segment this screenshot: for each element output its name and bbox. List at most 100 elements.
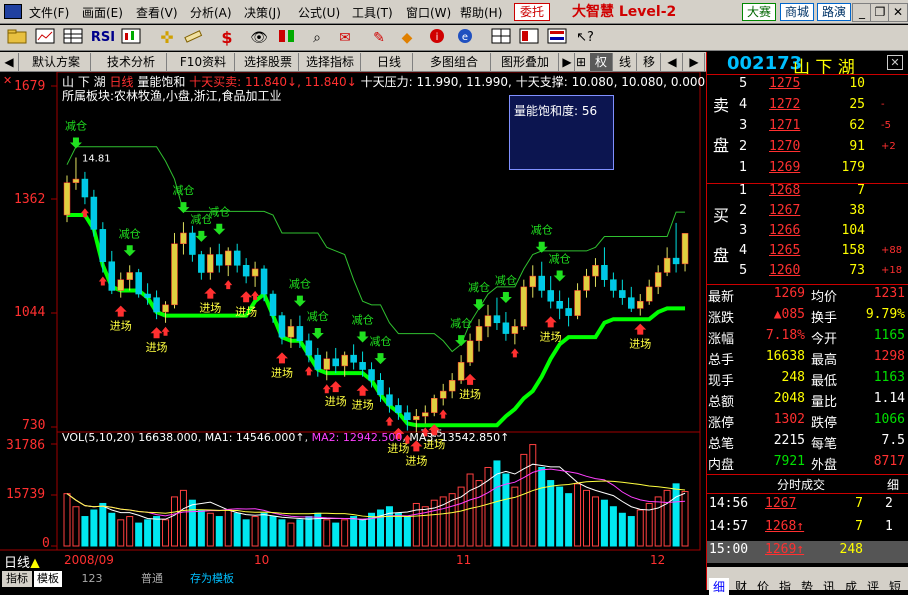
volume-bar[interactable]	[332, 522, 340, 547]
volume-bar[interactable]	[242, 519, 250, 547]
volume-bar[interactable]	[278, 519, 286, 547]
candle-body[interactable]	[556, 300, 563, 309]
volume-bar[interactable]	[135, 522, 143, 547]
ruler-icon[interactable]	[182, 28, 204, 48]
tab-technical-analysis[interactable]: 技术分析	[96, 53, 167, 71]
quote-tab[interactable]: 短	[885, 578, 905, 595]
volume-bar[interactable]	[511, 486, 519, 547]
candle-body[interactable]	[216, 254, 223, 266]
news-icon[interactable]: e	[454, 28, 476, 48]
candle-body[interactable]	[448, 380, 456, 392]
volume-bar[interactable]	[206, 512, 214, 547]
candle-body[interactable]	[117, 279, 124, 291]
candle-body[interactable]	[341, 354, 348, 367]
close-indicator-icon[interactable]: ✕	[3, 74, 12, 87]
candle-body[interactable]	[171, 243, 178, 306]
volume-bar[interactable]	[359, 519, 367, 547]
volume-bar[interactable]	[63, 493, 71, 547]
candle-body[interactable]	[332, 358, 339, 367]
menu-file[interactable]: 文件(F)	[29, 4, 69, 21]
quote-tab[interactable]: 细	[709, 578, 729, 595]
tab-default-scheme[interactable]: 默认方案	[22, 53, 91, 71]
volume-bar[interactable]	[260, 512, 268, 547]
candle-body[interactable]	[386, 394, 393, 406]
candle-body[interactable]	[466, 340, 474, 363]
candle-body[interactable]	[207, 254, 214, 273]
candle-body[interactable]	[663, 257, 671, 273]
volume-bar[interactable]	[663, 489, 671, 547]
menu-analysis[interactable]: 分析(A)	[190, 4, 232, 21]
volume-bar[interactable]	[556, 486, 564, 547]
candle-body[interactable]	[681, 233, 689, 265]
info-icon[interactable]: i	[426, 28, 448, 48]
quote-tab[interactable]: 价	[753, 578, 773, 595]
chart-window-icon[interactable]	[34, 28, 56, 48]
volume-bar[interactable]	[126, 516, 134, 547]
quote-tab[interactable]: 成	[841, 578, 861, 595]
volume-bar[interactable]	[672, 483, 680, 547]
close-icon[interactable]: ✕	[888, 3, 908, 22]
volume-bar[interactable]	[179, 489, 187, 547]
close-panel-icon[interactable]: ✕	[887, 55, 903, 70]
menu-view[interactable]: 查看(V)	[136, 4, 178, 21]
menu-help[interactable]: 帮助(H)	[460, 4, 502, 21]
volume-bar[interactable]	[170, 496, 178, 547]
candle-body[interactable]	[260, 268, 268, 295]
diamond-icon[interactable]: ◆	[396, 28, 418, 48]
candle-body[interactable]	[511, 326, 519, 334]
volume-bar[interactable]	[153, 516, 161, 547]
volume-bar[interactable]	[341, 519, 349, 547]
quote-tab[interactable]: 势	[797, 578, 817, 595]
volume-bar[interactable]	[681, 491, 689, 547]
candle-body[interactable]	[520, 286, 528, 327]
volume-bar[interactable]	[403, 516, 411, 547]
candle-body[interactable]	[493, 315, 501, 324]
volume-bar[interactable]	[565, 493, 573, 547]
volume-bar[interactable]	[609, 506, 617, 547]
tab-rights[interactable]: 权	[590, 53, 613, 71]
volume-bar[interactable]	[627, 516, 635, 547]
volume-bar[interactable]	[591, 496, 599, 547]
volume-bar[interactable]	[600, 499, 608, 547]
volume-bar[interactable]	[287, 522, 295, 547]
candle-body[interactable]	[287, 326, 295, 338]
candle-body[interactable]	[350, 354, 357, 363]
candle-body[interactable]	[135, 272, 142, 295]
sell-price[interactable]: 1275	[769, 76, 800, 91]
volume-bar[interactable]	[305, 516, 313, 547]
candle-body[interactable]	[233, 250, 241, 266]
candle-body[interactable]	[72, 178, 80, 183]
menu-window[interactable]: 窗口(W)	[406, 4, 451, 21]
candle-body[interactable]	[592, 265, 599, 277]
menu-tools[interactable]: 工具(T)	[352, 4, 393, 21]
candle-body[interactable]	[574, 290, 581, 316]
note-icon[interactable]: ✎	[368, 28, 390, 48]
candle-body[interactable]	[144, 293, 151, 298]
candle-body[interactable]	[628, 297, 635, 309]
buy-price[interactable]: 1260	[769, 263, 800, 278]
candle-body[interactable]	[404, 412, 411, 421]
kline-icon[interactable]	[120, 28, 142, 48]
sell-price[interactable]: 1271	[769, 118, 800, 133]
volume-bar[interactable]	[269, 516, 277, 547]
tab-daily[interactable]: 日线	[366, 53, 413, 71]
tab-f10[interactable]: F10资料	[172, 53, 235, 71]
volume-bar[interactable]	[81, 516, 89, 547]
candle-body[interactable]	[547, 290, 554, 302]
buy-price[interactable]: 1266	[769, 223, 800, 238]
candle-body[interactable]	[619, 290, 626, 298]
tab-line[interactable]: 线	[614, 53, 637, 71]
quote-tab[interactable]: 财	[731, 578, 751, 595]
dollar-icon[interactable]: $	[216, 28, 238, 48]
candle-body[interactable]	[502, 322, 510, 334]
volume-bar[interactable]	[475, 480, 483, 547]
table-window-icon[interactable]	[62, 28, 84, 48]
mall-button[interactable]: 商城	[780, 3, 814, 21]
layout-icon[interactable]	[518, 28, 540, 48]
volume-bar[interactable]	[108, 512, 116, 547]
volume-bar[interactable]	[466, 473, 474, 547]
candle-body[interactable]	[610, 279, 617, 291]
volume-bar[interactable]	[188, 499, 196, 547]
volume-bar[interactable]	[547, 480, 555, 547]
candle-body[interactable]	[654, 272, 662, 288]
